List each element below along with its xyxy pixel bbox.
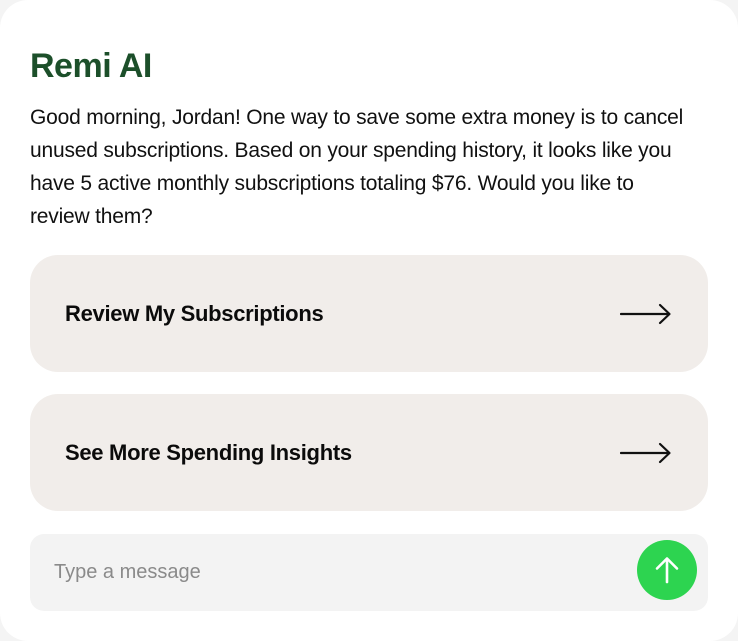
message-composer	[30, 534, 708, 611]
arrow-up-icon	[655, 557, 679, 584]
spending-insights-label: See More Spending Insights	[65, 439, 352, 465]
send-button[interactable]	[637, 540, 697, 600]
assistant-card: Remi AI Good morning, Jordan! One way to…	[0, 0, 738, 641]
assistant-title: Remi AI	[30, 47, 152, 85]
assistant-message: Good morning, Jordan! One way to save so…	[30, 106, 684, 228]
arrow-right-icon	[620, 303, 671, 324]
message-input[interactable]	[30, 534, 630, 611]
review-subscriptions-label: Review My Subscriptions	[65, 300, 324, 326]
review-subscriptions-button[interactable]: Review My Subscriptions	[30, 255, 708, 372]
spending-insights-button[interactable]: See More Spending Insights	[30, 394, 708, 511]
arrow-right-icon	[620, 442, 671, 463]
